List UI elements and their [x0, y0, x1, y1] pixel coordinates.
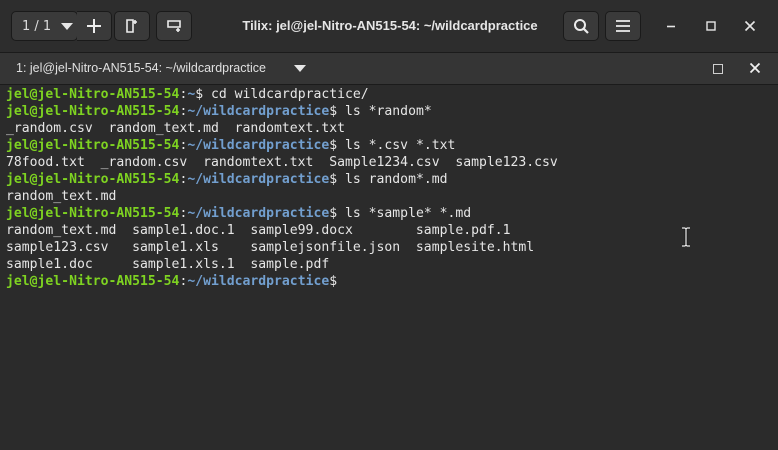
terminal-line: jel@jel-Nitro-AN515-54:~/wildcardpractic… [6, 206, 472, 221]
terminal-line: sample1.doc sample1.xls.1 sample.pdf [6, 257, 330, 272]
terminal-line: 78food.txt _random.csv randomtext.txt Sa… [6, 155, 558, 170]
terminal-line: _random.csv random_text.md randomtext.tx… [6, 121, 345, 136]
terminal-line: jel@jel-Nitro-AN515-54:~/wildcardpractic… [6, 138, 456, 153]
terminal-output[interactable]: jel@jel-Nitro-AN515-54:~$ cd wildcardpra… [0, 85, 778, 450]
session-label: 1 / 1 [22, 18, 52, 34]
search-button[interactable] [563, 11, 599, 41]
terminal-line: jel@jel-Nitro-AN515-54:~$ cd wildcardpra… [6, 87, 369, 102]
search-icon [573, 18, 589, 34]
split-right-icon [126, 19, 137, 33]
terminal-line: random_text.md sample1.doc.1 sample99.do… [6, 223, 511, 238]
session-switcher-button[interactable]: 1 / 1 [11, 11, 78, 41]
text-cursor-icon [682, 227, 690, 247]
terminal-tab-bar: 1: jel@jel-Nitro-AN515-54: ~/wildcardpra… [0, 53, 778, 85]
terminal-line: jel@jel-Nitro-AN515-54:~/wildcardpractic… [6, 172, 448, 187]
maximize-icon[interactable] [703, 18, 719, 34]
menu-button[interactable] [605, 11, 641, 41]
chevron-down-icon[interactable] [294, 65, 306, 72]
close-icon[interactable] [742, 18, 758, 34]
split-right-button[interactable] [114, 11, 150, 41]
minimize-icon[interactable] [663, 18, 679, 34]
chevron-down-icon [61, 22, 74, 30]
terminal-prompt-line[interactable]: jel@jel-Nitro-AN515-54:~/wildcardpractic… [6, 273, 337, 290]
add-terminal-icon [87, 19, 101, 33]
window-title: Tilix: jel@jel-Nitro-AN515-54: ~/wildcar… [242, 18, 538, 33]
terminal-line: sample123.csv sample1.xls samplejsonfile… [6, 240, 535, 255]
close-terminal-icon[interactable] [748, 61, 762, 75]
add-session-button[interactable] [77, 11, 112, 41]
terminal-line: random_text.md [6, 189, 117, 204]
maximize-terminal-icon[interactable] [713, 64, 723, 74]
tilix-window: 1 / 1 Tilix: jel@jel-Nitro-AN515-54: ~/w… [0, 0, 778, 450]
terminal-tab-title[interactable]: 1: jel@jel-Nitro-AN515-54: ~/wildcardpra… [16, 53, 266, 84]
terminal-line: jel@jel-Nitro-AN515-54:~/wildcardpractic… [6, 104, 432, 119]
header-bar: 1 / 1 Tilix: jel@jel-Nitro-AN515-54: ~/w… [0, 0, 778, 53]
menu-icon [616, 20, 630, 32]
